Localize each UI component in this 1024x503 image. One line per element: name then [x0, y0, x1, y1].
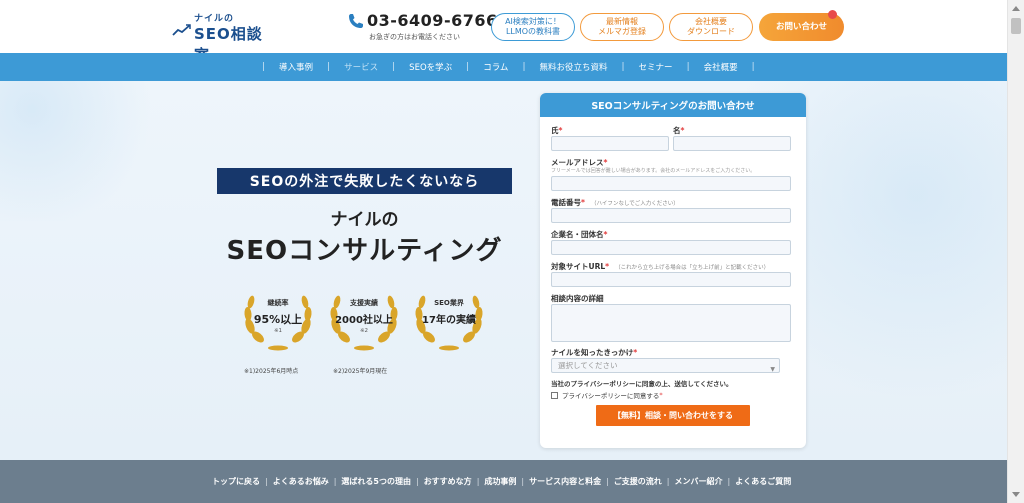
- scroll-up-icon[interactable]: [1012, 6, 1020, 11]
- company-label: 企業名・団体名*: [551, 230, 608, 239]
- form-title: SEOコンサルティングのお問い合わせ: [540, 93, 806, 117]
- email-hint: フリーメールでは回答が難しい場合があります。会社のメールアドレスをご入力ください…: [551, 168, 756, 174]
- company-download-line1: 会社概要: [695, 17, 727, 26]
- first-name-label: 名*: [673, 126, 685, 135]
- award-badge-clients: 支援実績 2000社以上 ※2: [324, 284, 404, 354]
- hero-headline-small: ナイルの: [330, 210, 399, 230]
- first-name-field[interactable]: [673, 136, 791, 151]
- source-label: ナイルを知ったきっかけ*: [551, 348, 638, 357]
- hero-headline-main: SEOコンサルティング: [226, 236, 503, 266]
- nav-separator: |: [751, 62, 755, 72]
- badge-value: 95%以上: [253, 313, 303, 326]
- llmo-ebook-line1: AI検索対策に！: [505, 17, 561, 26]
- page: ナイルの SEO相談室 03-6409-6766 お急ぎの方はお電話ください A…: [0, 0, 1007, 503]
- company-field[interactable]: [551, 240, 791, 255]
- nav-item-column[interactable]: コラム: [469, 61, 522, 73]
- hero-section: [0, 81, 1007, 460]
- newsletter-line2: メルマガ登録: [598, 27, 646, 36]
- hero-decoration: [0, 81, 160, 221]
- privacy-checkbox-label: プライバシーポリシーに同意する: [562, 392, 660, 400]
- footnote-1: ※1)2025年6月時点: [244, 368, 299, 375]
- footer-item-concerns[interactable]: よくあるお悩み: [268, 476, 334, 487]
- hero-tagline: SEOの外注で失敗したくないなら: [217, 168, 512, 194]
- email-field[interactable]: [551, 176, 791, 191]
- privacy-checkbox[interactable]: [551, 391, 558, 399]
- site-header: ナイルの SEO相談室 03-6409-6766 お急ぎの方はお電話ください A…: [0, 0, 1007, 64]
- nav-item-seminar[interactable]: セミナー: [625, 61, 687, 73]
- url-label: 対象サイトURL* （これから立ち上げる場合は「立ち上げ前」と記載ください）: [551, 262, 770, 271]
- newsletter-button[interactable]: 最新情報 メルマガ登録: [580, 13, 664, 41]
- nav-item-services[interactable]: サービス: [330, 61, 392, 73]
- phone-label: 電話番号* （ハイフンなしでご入力ください）: [551, 198, 679, 207]
- footer-item-members[interactable]: メンバー紹介: [670, 476, 728, 487]
- badge-title: 継続率: [267, 299, 289, 307]
- nav-item-company[interactable]: 会社概要: [690, 61, 752, 73]
- llmo-ebook-button[interactable]: AI検索対策に！ LLMOの教科書: [491, 13, 575, 41]
- page-scrollbar[interactable]: [1007, 0, 1024, 503]
- footer-item-flow[interactable]: ご支援の流れ: [609, 476, 667, 487]
- contact-form: SEOコンサルティングのお問い合わせ 氏* 名* メールアドレス* フリーメール…: [540, 93, 806, 448]
- llmo-ebook-line2: LLMOの教科書: [505, 27, 561, 36]
- notification-dot: [828, 10, 837, 19]
- required-mark: *: [659, 391, 663, 399]
- footer-item-faq[interactable]: よくあるご質問: [730, 476, 796, 487]
- contact-button-label: お問い合わせ: [775, 21, 827, 32]
- footer-item-pricing[interactable]: サービス内容と料金: [524, 476, 606, 487]
- privacy-checkbox-row[interactable]: プライバシーポリシーに同意する *: [551, 390, 663, 400]
- footnote-2: ※2)2025年9月現在: [333, 368, 388, 375]
- source-select-value: 選択してください: [558, 361, 618, 370]
- badge-title: SEO業界: [434, 299, 464, 307]
- newsletter-line1: 最新情報: [606, 17, 638, 26]
- chart-icon: [172, 24, 191, 36]
- footer-item-success[interactable]: 成功事例: [479, 476, 521, 487]
- scrollbar-thumb[interactable]: [1011, 18, 1021, 34]
- footer-item-top[interactable]: トップに戻る: [207, 476, 265, 487]
- global-nav: | 導入事例 | サービス | SEOを学ぶ | コラム | 無料お役立ち資料 …: [0, 53, 1007, 81]
- badge-value: 17年の実績: [422, 315, 476, 326]
- badge-title: 支援実績: [350, 299, 378, 307]
- phone-number: 03-6409-6766: [367, 11, 498, 30]
- chevron-down-icon: ▼: [770, 366, 775, 373]
- submit-button[interactable]: 【無料】相談・問い合わせをする: [596, 405, 750, 426]
- badge-note: ※1: [273, 328, 283, 334]
- url-field[interactable]: [551, 272, 791, 287]
- source-select[interactable]: 選択してください ▼: [551, 358, 780, 373]
- company-download-button[interactable]: 会社概要 ダウンロード: [669, 13, 753, 41]
- award-badge-retention: 継続率 95%以上 ※1: [238, 284, 318, 354]
- site-logo[interactable]: ナイルの SEO相談室: [172, 11, 267, 64]
- badge-note: ※2: [359, 328, 369, 334]
- last-name-field[interactable]: [551, 136, 669, 151]
- nav-item-free-resources[interactable]: 無料お役立ち資料: [525, 61, 621, 73]
- privacy-agree-text: 当社のプライバシーポリシーに同意の上、送信してください。: [551, 380, 733, 388]
- company-download-line2: ダウンロード: [687, 27, 735, 36]
- footer-item-recommended[interactable]: おすすめな方: [419, 476, 477, 487]
- details-textarea[interactable]: [551, 304, 791, 342]
- details-label: 相談内容の詳細: [551, 294, 604, 303]
- scroll-down-icon[interactable]: [1012, 492, 1020, 497]
- award-badge-experience: SEO業界 17年の実績: [409, 284, 489, 354]
- footer-nav: トップに戻る | よくあるお悩み | 選ばれる5つの理由 | おすすめな方 | …: [0, 460, 1007, 503]
- nav-item-case-studies[interactable]: 導入事例: [265, 61, 327, 73]
- phone-note: お急ぎの方はお電話ください: [369, 33, 460, 41]
- phone-field[interactable]: [551, 208, 791, 223]
- badge-value: 2000社以上: [335, 315, 393, 326]
- footer-item-reasons[interactable]: 選ばれる5つの理由: [336, 476, 416, 487]
- nav-item-learn-seo[interactable]: SEOを学ぶ: [395, 61, 466, 73]
- last-name-label: 氏*: [551, 126, 563, 135]
- phone-icon: [349, 14, 363, 28]
